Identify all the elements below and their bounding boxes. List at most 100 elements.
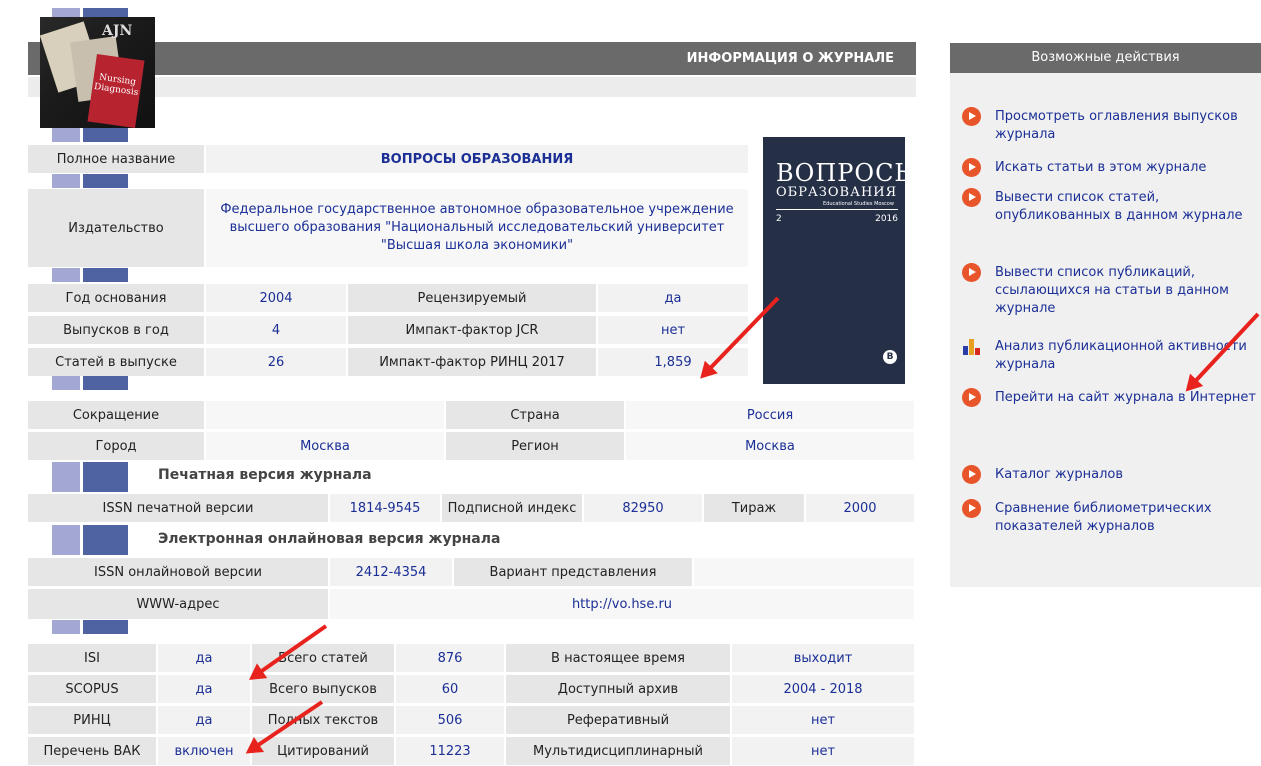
subscription-index-label: Подписной индекс (442, 494, 584, 522)
play-icon (962, 499, 981, 518)
play-icon (962, 107, 981, 126)
online-issn-label: ISSN онлайновой версии (28, 558, 330, 586)
thumb-text: Nursing Diagnosis (87, 53, 145, 128)
full-texts-value: 506 (396, 706, 506, 734)
action-label[interactable]: Вывести список публикаций, ссылающихся н… (995, 264, 1257, 318)
total-articles-value: 876 (396, 644, 506, 672)
total-articles-label: Всего статей (252, 644, 396, 672)
decor-strip (52, 128, 128, 142)
print-run-label: Тираж (704, 494, 806, 522)
articles-per-issue-value: 26 (206, 348, 348, 376)
citations-value: 11223 (396, 737, 506, 765)
multidisciplinary-label: Мультидисциплинарный (506, 737, 732, 765)
play-icon (962, 465, 981, 484)
index-row: Перечень ВАК включен Цитирований 11223 М… (28, 737, 916, 765)
online-issn-value: 2412-4354 (330, 558, 454, 586)
vak-label: Перечень ВАК (28, 737, 158, 765)
decor-strip (52, 525, 128, 555)
city-label: Город (28, 432, 206, 460)
scopus-value: да (158, 675, 252, 703)
abstract-value: нет (732, 706, 916, 734)
geo-row: Город Москва Регион Москва (28, 432, 916, 460)
publisher-row: Издательство Федеральное государственное… (28, 189, 750, 267)
stats-row: Выпусков в год 4 Импакт-фактор JCR нет (28, 316, 750, 344)
action-label[interactable]: Перейти на сайт журнала в Интернет (995, 389, 1256, 407)
play-icon (962, 263, 981, 282)
stats-row: Год основания 2004 Рецензируемый да (28, 284, 750, 312)
www-row: WWW-адрес http://vo.hse.ru (28, 589, 916, 619)
decor-strip (52, 174, 128, 188)
issues-per-year-value: 4 (206, 316, 348, 344)
decor-strip (52, 268, 128, 282)
jcr-value: нет (598, 316, 750, 344)
total-issues-label: Всего выпусков (252, 675, 396, 703)
print-version-title: Печатная версия журнала (158, 467, 372, 483)
vak-value: включен (158, 737, 252, 765)
scopus-label: SCOPUS (28, 675, 158, 703)
publisher-label: Издательство (28, 189, 206, 267)
country-label: Страна (446, 401, 626, 429)
geo-row: Сокращение Страна Россия (28, 401, 916, 429)
rinc-if-label: Импакт-фактор РИНЦ 2017 (348, 348, 598, 376)
action-label[interactable]: Просмотреть оглавления выпусков журнала (995, 108, 1257, 144)
action-label[interactable]: Вывести список статей, опубликованных в … (995, 189, 1257, 225)
peer-reviewed-label: Рецензируемый (348, 284, 598, 312)
journal-website-link[interactable]: http://vo.hse.ru (330, 589, 916, 619)
country-value: Россия (626, 401, 916, 429)
city-value: Москва (206, 432, 446, 460)
play-icon (962, 388, 981, 407)
issues-per-year-label: Выпусков в год (28, 316, 206, 344)
action-search-articles[interactable]: Искать статьи в этом журнале (962, 158, 1257, 177)
action-list-citing[interactable]: Вывести список публикаций, ссылающихся н… (962, 263, 1257, 318)
founded-label: Год основания (28, 284, 206, 312)
action-label[interactable]: Сравнение библиометрических показателей … (995, 500, 1257, 536)
action-journal-catalog[interactable]: Каталог журналов (962, 465, 1257, 484)
archive-label: Доступный архив (506, 675, 732, 703)
index-row: РИНЦ да Полных текстов 506 Реферативный … (28, 706, 916, 734)
print-run-value: 2000 (806, 494, 916, 522)
current-status-label: В настоящее время (506, 644, 732, 672)
variant-value (694, 558, 916, 586)
isi-label: ISI (28, 644, 158, 672)
citations-label: Цитирований (252, 737, 396, 765)
decor-strip (52, 462, 128, 492)
journal-cover-image: ВОПРОСЫ ОБРАЗОВАНИЯ Educational Studies … (763, 137, 918, 384)
action-compare-metrics[interactable]: Сравнение библиометрических показателей … (962, 499, 1257, 536)
online-row: ISSN онлайновой версии 2412-4354 Вариант… (28, 558, 916, 586)
bar-chart-icon (962, 338, 981, 357)
stats-row: Статей в выпуске 26 Импакт-фактор РИНЦ 2… (28, 348, 750, 376)
rinc-value: да (158, 706, 252, 734)
print-issn-label: ISSN печатной версии (28, 494, 330, 522)
total-issues-value: 60 (396, 675, 506, 703)
region-label: Регион (446, 432, 626, 460)
full-name-row: Полное название ВОПРОСЫ ОБРАЗОВАНИЯ (28, 145, 750, 173)
isi-value: да (158, 644, 252, 672)
cover-issue: 2 (776, 214, 782, 224)
decor-strip (52, 620, 128, 634)
variant-label: Вариант представления (454, 558, 694, 586)
full-name-label: Полное название (28, 145, 206, 173)
action-label[interactable]: Искать статьи в этом журнале (995, 159, 1206, 177)
journal-info-header: ИНФОРМАЦИЯ О ЖУРНАЛЕ (28, 42, 916, 75)
action-view-issues[interactable]: Просмотреть оглавления выпусков журнала (962, 107, 1257, 144)
action-label[interactable]: Каталог журналов (995, 466, 1123, 484)
play-icon (962, 158, 981, 177)
region-value: Москва (626, 432, 916, 460)
archive-value: 2004 - 2018 (732, 675, 916, 703)
abbrev-value (206, 401, 446, 429)
cover-title: ВОПРОСЫ (776, 159, 920, 187)
action-journal-website[interactable]: Перейти на сайт журнала в Интернет (962, 388, 1257, 407)
action-list-articles[interactable]: Вывести список статей, опубликованных в … (962, 188, 1257, 225)
action-publication-analysis[interactable]: Анализ публикационной активности журнала (962, 338, 1257, 374)
www-label: WWW-адрес (28, 589, 330, 619)
subscription-index-value: 82950 (584, 494, 704, 522)
publisher-logo-icon: B (883, 350, 897, 364)
current-status-value: выходит (732, 644, 916, 672)
play-icon (962, 188, 981, 207)
full-texts-label: Полных текстов (252, 706, 396, 734)
founded-value: 2004 (206, 284, 348, 312)
online-version-title: Электронная онлайновая версия журнала (158, 531, 501, 547)
publisher-value: Федеральное государственное автономное о… (206, 189, 750, 267)
index-row: SCOPUS да Всего выпусков 60 Доступный ар… (28, 675, 916, 703)
print-row: ISSN печатной версии 1814-9545 Подписной… (28, 494, 916, 522)
